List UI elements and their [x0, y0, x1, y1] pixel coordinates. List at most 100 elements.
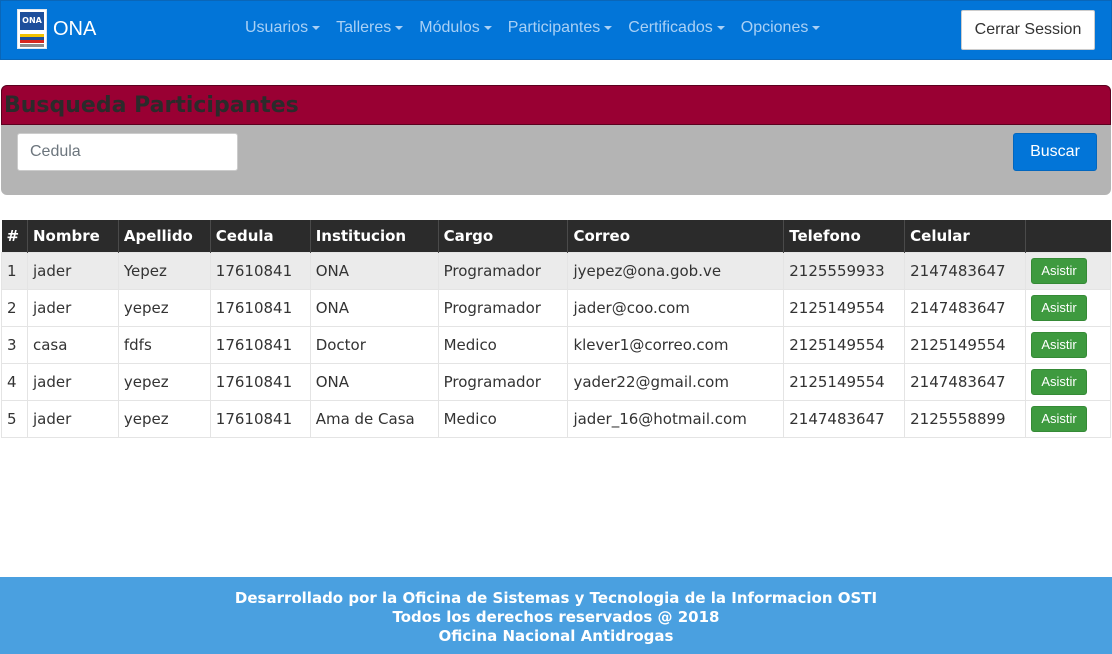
cell-telefono: 2147483647 — [783, 399, 906, 438]
cell-nombre: jader — [26, 399, 119, 438]
search-button[interactable]: Buscar — [1013, 133, 1097, 171]
cell-num: 4 — [1, 362, 28, 401]
asistir-button[interactable]: Asistir — [1031, 331, 1088, 358]
search-panel-header: Busqueda Participantes — [1, 85, 1111, 125]
cell-institucion: Doctor — [309, 325, 439, 364]
cell-celular: 2125149554 — [904, 325, 1027, 364]
search-panel: Busqueda Participantes Buscar — [1, 85, 1111, 195]
column-header: Cargo — [437, 220, 568, 252]
asistir-button[interactable]: Asistir — [1031, 294, 1088, 321]
top-navbar: ONA ONA Usuarios Talleres Módulos Partic… — [0, 0, 1112, 60]
cell-num: 3 — [1, 325, 28, 364]
asistir-button[interactable]: Asistir — [1031, 368, 1088, 395]
menu-usuarios[interactable]: Usuarios — [245, 19, 321, 37]
cell-nombre: jader — [26, 251, 119, 290]
cell-action: Asistir — [1025, 399, 1111, 438]
menu-label: Participantes — [507, 19, 601, 36]
cell-action: Asistir — [1025, 362, 1111, 401]
cell-action: Asistir — [1025, 288, 1111, 327]
table-row: 2 jader yepez 17610841 ONA Programador j… — [1, 288, 1111, 327]
column-header: Nombre — [26, 220, 119, 252]
cell-num: 2 — [1, 288, 28, 327]
cell-cargo: Programador — [437, 362, 569, 401]
column-header: Celular — [904, 220, 1026, 252]
footer-rights: Todos los derechos reservados @ 2018 — [392, 608, 720, 626]
cell-apellido: yepez — [117, 399, 211, 438]
cell-apellido: fdfs — [117, 325, 211, 364]
table-header-row: # Nombre Apellido Cedula Institucion Car… — [1, 220, 1111, 252]
footer-credits: Desarrollado por la Oficina de Sistemas … — [234, 589, 878, 607]
column-header: Cedula — [209, 220, 311, 252]
cell-action: Asistir — [1025, 251, 1111, 290]
page-footer: Desarrollado por la Oficina de Sistemas … — [0, 577, 1112, 654]
logo-caption — [20, 44, 44, 47]
cell-action: Asistir — [1025, 325, 1111, 364]
cell-celular: 2147483647 — [904, 362, 1027, 401]
cell-telefono: 2125559933 — [783, 251, 906, 290]
cell-nombre: casa — [26, 325, 119, 364]
menu-label: Talleres — [336, 19, 392, 36]
table-row: 4 jader yepez 17610841 ONA Programador y… — [1, 362, 1111, 401]
cell-institucion: ONA — [309, 251, 439, 290]
menu-modulos[interactable]: Módulos — [419, 19, 492, 37]
brand-name: ONA — [53, 17, 97, 40]
asistir-button[interactable]: Asistir — [1031, 405, 1088, 432]
cell-cargo: Programador — [437, 288, 569, 327]
cell-telefono: 2125149554 — [783, 325, 906, 364]
caret-down-icon — [604, 25, 613, 30]
menu-label: Certificados — [628, 19, 713, 36]
logo-stripe-red — [20, 40, 44, 43]
menu-label: Módulos — [419, 19, 480, 36]
cell-correo: jader_16@hotmail.com — [567, 399, 785, 438]
footer-organization: Oficina Nacional Antidrogas — [438, 627, 674, 645]
menu-certificados[interactable]: Certificados — [628, 19, 725, 37]
cell-cargo: Medico — [437, 399, 569, 438]
column-header: Correo — [567, 220, 784, 252]
participants-table: # Nombre Apellido Cedula Institucion Car… — [1, 220, 1111, 438]
menu-label: Usuarios — [245, 19, 309, 36]
table-row: 1 jader Yepez 17610841 ONA Programador j… — [1, 251, 1111, 290]
column-header — [1025, 220, 1111, 252]
cell-cedula: 17610841 — [209, 399, 311, 438]
menu-opciones[interactable]: Opciones — [741, 19, 821, 37]
main-menu: Usuarios Talleres Módulos Participantes … — [237, 19, 828, 37]
menu-talleres[interactable]: Talleres — [336, 19, 404, 37]
cell-correo: klever1@correo.com — [567, 325, 785, 364]
brand[interactable]: ONA ONA — [17, 9, 96, 49]
menu-participantes[interactable]: Participantes — [508, 19, 613, 37]
cell-cedula: 17610841 — [209, 288, 311, 327]
cell-cedula: 17610841 — [209, 325, 311, 364]
cell-correo: yader22@gmail.com — [567, 362, 785, 401]
cell-institucion: ONA — [309, 288, 439, 327]
cell-celular: 2147483647 — [904, 288, 1027, 327]
cell-apellido: yepez — [117, 288, 211, 327]
cedula-search-input[interactable] — [17, 133, 238, 171]
cell-num: 5 — [1, 399, 28, 438]
cell-nombre: jader — [26, 362, 119, 401]
caret-down-icon — [716, 25, 725, 30]
caret-down-icon — [812, 25, 821, 30]
cell-cedula: 17610841 — [209, 251, 311, 290]
table-row: 5 jader yepez 17610841 Ama de Casa Medic… — [1, 399, 1111, 438]
cell-correo: jyepez@ona.gob.ve — [567, 251, 785, 290]
cell-telefono: 2125149554 — [783, 288, 906, 327]
cell-apellido: Yepez — [117, 251, 211, 290]
column-header: Institucion — [309, 220, 439, 252]
asistir-button[interactable]: Asistir — [1031, 257, 1088, 284]
cell-cedula: 17610841 — [209, 362, 311, 401]
cell-correo: jader@coo.com — [567, 288, 785, 327]
logo-text: ONA — [20, 12, 44, 30]
column-header: # — [1, 220, 28, 252]
caret-down-icon — [312, 25, 321, 30]
cell-celular: 2147483647 — [904, 251, 1027, 290]
column-header: Telefono — [783, 220, 905, 252]
ona-logo: ONA — [17, 9, 47, 49]
caret-down-icon — [395, 25, 404, 30]
cell-nombre: jader — [26, 288, 119, 327]
cell-institucion: Ama de Casa — [309, 399, 439, 438]
caret-down-icon — [483, 25, 492, 30]
table-row: 3 casa fdfs 17610841 Doctor Medico kleve… — [1, 325, 1111, 364]
cell-telefono: 2125149554 — [783, 362, 906, 401]
cell-cargo: Medico — [437, 325, 569, 364]
logout-button[interactable]: Cerrar Session — [961, 10, 1095, 50]
